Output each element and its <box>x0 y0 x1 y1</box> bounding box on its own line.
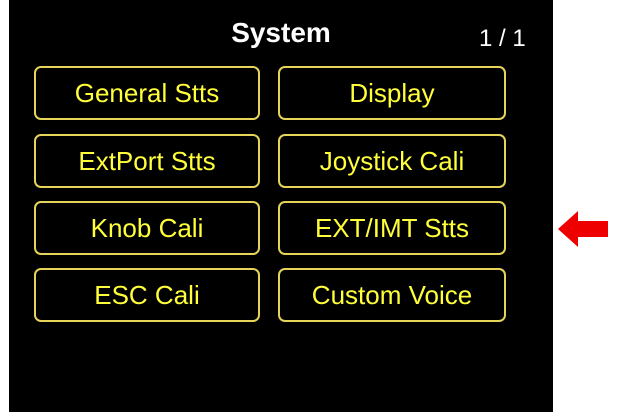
extport-stts-button[interactable]: ExtPort Stts <box>34 134 260 188</box>
system-screen: System 1 / 1 General Stts Display ExtPor… <box>9 0 553 412</box>
page-title: System <box>231 17 331 48</box>
page-indicator: 1 / 1 <box>479 25 526 52</box>
left-arrow-icon <box>558 211 608 247</box>
esc-cali-button[interactable]: ESC Cali <box>34 268 260 322</box>
knob-cali-button[interactable]: Knob Cali <box>34 201 260 255</box>
general-stts-button[interactable]: General Stts <box>34 66 260 120</box>
joystick-cali-button[interactable]: Joystick Cali <box>278 134 506 188</box>
custom-voice-button[interactable]: Custom Voice <box>278 268 506 322</box>
ext-imt-stts-button[interactable]: EXT/IMT Stts <box>278 201 506 255</box>
display-button[interactable]: Display <box>278 66 506 120</box>
